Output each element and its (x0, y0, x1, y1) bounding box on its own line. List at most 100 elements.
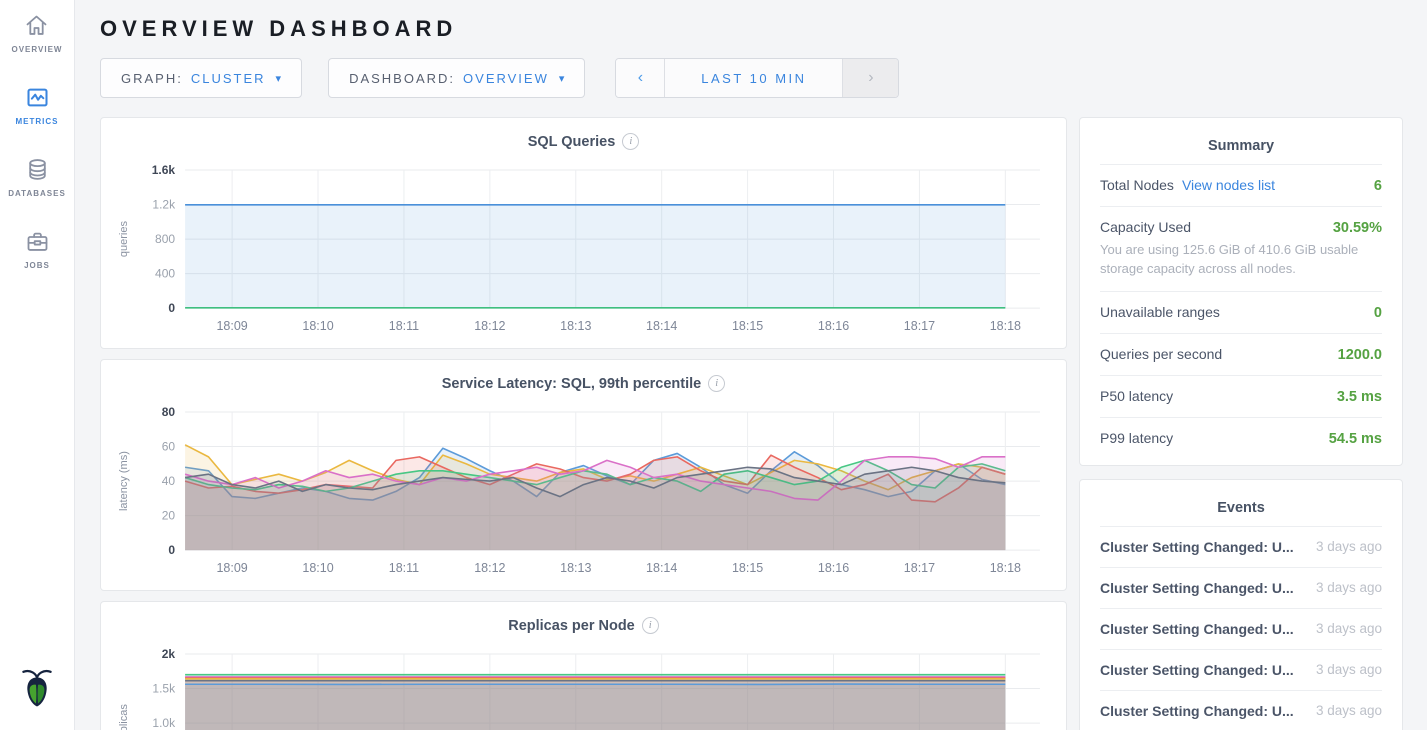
sql-queries-chart: 04008001.2k1.6k18:0918:1018:1118:1218:13… (113, 158, 1054, 342)
svg-text:18:15: 18:15 (732, 319, 763, 333)
chevron-down-icon: ▾ (559, 72, 565, 85)
sidebar-item-label: DATABASES (8, 189, 66, 198)
event-text: Cluster Setting Changed: U... (1100, 662, 1294, 678)
summary-row: Unavailable ranges0 (1100, 291, 1382, 333)
chart-card-replicas-per-node: Replicas per Node i 05001.0k1.5k2k18:091… (100, 601, 1067, 730)
charts-column: SQL Queries i 04008001.2k1.6k18:0918:101… (100, 117, 1067, 730)
summary-title: Summary (1100, 132, 1382, 164)
event-text: Cluster Setting Changed: U... (1100, 539, 1294, 555)
svg-text:80: 80 (162, 405, 176, 419)
summary-label: P99 latency (1100, 430, 1173, 446)
sidebar: OVERVIEW METRICS DATABASES (0, 0, 75, 730)
summary-label: Queries per second (1100, 346, 1222, 362)
svg-text:18:16: 18:16 (818, 561, 849, 575)
sidebar-item-label: JOBS (24, 261, 50, 270)
time-range-value[interactable]: LAST 10 MIN (665, 59, 842, 97)
time-range-selector: ‹ LAST 10 MIN › (615, 58, 899, 98)
svg-text:18:14: 18:14 (646, 319, 677, 333)
summary-row: P50 latency3.5 ms (1100, 375, 1382, 417)
summary-value: 1200.0 (1338, 347, 1382, 363)
view-nodes-link[interactable]: View nodes list (1182, 177, 1275, 193)
svg-text:40: 40 (162, 474, 176, 488)
chart-title: SQL Queries (528, 134, 616, 150)
svg-text:18:13: 18:13 (560, 319, 591, 333)
controls-row: GRAPH: CLUSTER ▾ DASHBOARD: OVERVIEW ▾ ‹… (100, 58, 1403, 98)
chart-title: Service Latency: SQL, 99th percentile (442, 376, 702, 392)
svg-text:18:10: 18:10 (302, 561, 333, 575)
summary-value: 54.5 ms (1329, 431, 1382, 447)
svg-text:2k: 2k (162, 647, 176, 661)
time-next-button[interactable]: › (842, 59, 898, 97)
sidebar-item-jobs[interactable]: JOBS (24, 228, 51, 270)
home-icon (23, 12, 50, 39)
summary-subtext: You are using 125.6 GiB of 410.6 GiB usa… (1100, 236, 1382, 279)
right-column: Summary Total Nodes View nodes list 6 Capac… (1079, 117, 1403, 730)
sidebar-item-databases[interactable]: DATABASES (8, 156, 66, 198)
metrics-chart-icon (24, 84, 51, 111)
event-row: Cluster Setting Changed: U... 3 days ago (1100, 567, 1382, 608)
sidebar-item-label: METRICS (16, 117, 59, 126)
svg-text:18:14: 18:14 (646, 561, 677, 575)
svg-text:queries: queries (118, 221, 130, 258)
event-time: 3 days ago (1316, 580, 1382, 595)
svg-text:18:12: 18:12 (474, 561, 505, 575)
graph-dropdown-label: GRAPH: (121, 71, 183, 86)
event-row: Cluster Setting Changed: U...3 days ago (1100, 649, 1382, 690)
svg-text:18:09: 18:09 (216, 561, 247, 575)
event-time: 3 days ago (1316, 621, 1382, 636)
event-row: Cluster Setting Changed: U... 3 days ago (1100, 608, 1382, 649)
replicas-per-node-chart: 05001.0k1.5k2k18:0918:1018:1118:1218:131… (113, 642, 1054, 730)
summary-label: P50 latency (1100, 388, 1173, 404)
svg-text:0: 0 (168, 543, 175, 557)
info-icon[interactable]: i (708, 375, 725, 392)
svg-text:1.2k: 1.2k (152, 198, 176, 212)
graph-dropdown[interactable]: GRAPH: CLUSTER ▾ (100, 58, 302, 98)
summary-row: Capacity Used 30.59%You are using 125.6 G… (1100, 206, 1382, 291)
event-text: Cluster Setting Changed: U... (1100, 621, 1294, 637)
events-title: Events (1100, 494, 1382, 526)
summary-row: P99 latency 54.5 ms (1100, 417, 1382, 459)
svg-text:18:12: 18:12 (474, 319, 505, 333)
sidebar-item-metrics[interactable]: METRICS (16, 84, 59, 126)
graph-dropdown-value: CLUSTER (191, 71, 266, 86)
event-text: Cluster Setting Changed: U... (1100, 580, 1294, 596)
toolbox-icon (24, 228, 51, 255)
svg-text:20: 20 (162, 509, 176, 523)
event-text: Cluster Setting Changed: U... (1100, 703, 1294, 719)
svg-text:18:16: 18:16 (818, 319, 849, 333)
info-icon[interactable]: i (642, 617, 659, 634)
svg-text:18:18: 18:18 (990, 561, 1021, 575)
summary-value: 6 (1374, 178, 1382, 194)
summary-value: 30.59% (1333, 220, 1382, 236)
svg-text:1.6k: 1.6k (152, 163, 176, 177)
chart-title: Replicas per Node (508, 618, 635, 634)
svg-text:400: 400 (155, 267, 175, 281)
info-icon[interactable]: i (622, 133, 639, 150)
cockroachdb-logo (17, 665, 57, 716)
svg-text:18:13: 18:13 (560, 561, 591, 575)
dashboard-dropdown-value: OVERVIEW (463, 71, 549, 86)
time-prev-button[interactable]: ‹ (616, 59, 665, 97)
svg-text:1.5k: 1.5k (152, 682, 176, 696)
svg-text:1.0k: 1.0k (152, 716, 176, 730)
svg-text:18:09: 18:09 (216, 319, 247, 333)
summary-row: Queries per second 1200.0 (1100, 333, 1382, 375)
summary-panel: Summary Total Nodes View nodes list 6 Capac… (1079, 117, 1403, 466)
svg-text:replicas: replicas (118, 704, 130, 730)
dashboard-dropdown[interactable]: DASHBOARD: OVERVIEW ▾ (328, 58, 585, 98)
svg-text:18:15: 18:15 (732, 561, 763, 575)
page-title: OVERVIEW DASHBOARD (100, 16, 1403, 42)
svg-text:18:11: 18:11 (389, 561, 419, 575)
event-time: 3 days ago (1316, 539, 1382, 554)
summary-label: Total Nodes (1100, 177, 1174, 193)
event-time: 3 days ago (1316, 703, 1382, 718)
event-row: Cluster Setting Changed: U... 3 days ago (1100, 690, 1382, 730)
sidebar-item-overview[interactable]: OVERVIEW (12, 12, 63, 54)
svg-text:18:17: 18:17 (904, 319, 935, 333)
chevron-down-icon: ▾ (276, 72, 282, 85)
svg-text:18:11: 18:11 (389, 319, 419, 333)
summary-label: Capacity Used (1100, 219, 1191, 235)
service-latency-chart: 02040608018:0918:1018:1118:1218:1318:141… (113, 400, 1054, 584)
chart-card-sql-queries: SQL Queries i 04008001.2k1.6k18:0918:101… (100, 117, 1067, 349)
svg-text:18:10: 18:10 (302, 319, 333, 333)
